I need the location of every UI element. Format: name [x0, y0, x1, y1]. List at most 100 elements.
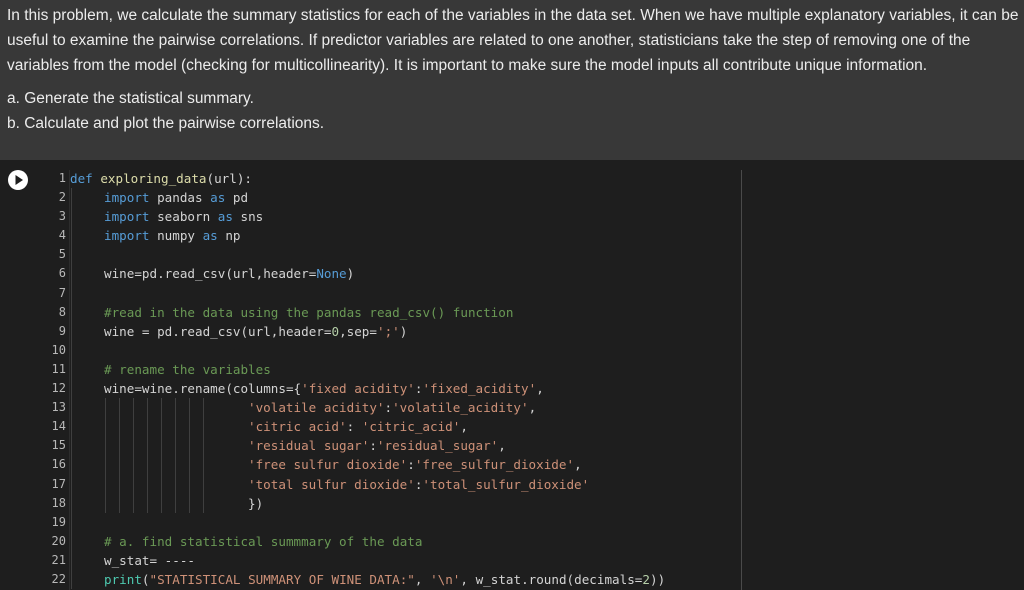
notebook-page: In this problem, we calculate the summar… [0, 0, 1024, 590]
code-line: #read in the data using the pandas read_… [70, 302, 730, 322]
indent-guide [175, 398, 176, 418]
code-line [70, 512, 730, 532]
indent-guide [147, 436, 148, 456]
code-token: : [407, 457, 415, 473]
indent-guide [119, 436, 120, 456]
indent-guide [71, 455, 72, 475]
run-cell-button[interactable] [8, 170, 28, 190]
task-a: a. Generate the statistical summary. [7, 90, 254, 107]
code-line: }) [70, 493, 730, 513]
code-token: (url): [206, 171, 253, 186]
line-number: 12 [51, 381, 66, 396]
code-token: '\n' [430, 571, 461, 587]
indent-guide [71, 512, 72, 532]
line-number: 1 [58, 171, 66, 185]
play-icon [15, 175, 23, 185]
indent-guide [175, 436, 176, 456]
indent-guide [147, 398, 148, 418]
code-cell[interactable]: 1 2 3 4 5 6 7 8 9 10 11 12 13 14 15 16 17 18 19 20 21 22 def … [0, 160, 1024, 590]
indent-guide [105, 455, 106, 475]
indent-guide [119, 417, 120, 437]
code-token: #read in the data using the pandas read_… [104, 304, 514, 320]
code-token: 'volatile acidity' [248, 400, 385, 416]
code-line: w_stat= ---- [70, 550, 730, 570]
indent-guide [175, 455, 176, 475]
code-token: numpy [157, 228, 203, 244]
indent-guide [71, 398, 72, 418]
line-number: 16 [51, 457, 66, 472]
code-line: import pandas as pd [70, 188, 730, 208]
indent-guide [133, 474, 134, 494]
line-number: 9 [58, 323, 66, 338]
indent-guide [105, 493, 106, 513]
code-line: import numpy as np [70, 226, 730, 246]
indent-guide [71, 283, 72, 303]
code-line [70, 245, 730, 265]
code-token: 'free sulfur dioxide' [248, 457, 408, 473]
code-token: : [346, 419, 362, 435]
indent-guide [133, 493, 134, 513]
code-token: , [528, 400, 537, 416]
code-token: 'residual sugar' [248, 438, 370, 454]
code-line: 'free sulfur dioxide':'free_sulfur_dioxi… [70, 455, 730, 475]
code-token: 0 [331, 323, 340, 339]
code-token: 'total sulfur dioxide' [248, 476, 415, 492]
indent-guide [71, 207, 72, 227]
line-length-ruler [741, 170, 742, 590]
indent-guide [147, 474, 148, 494]
code-token: # rename the variables [104, 361, 271, 377]
code-token: print [104, 571, 142, 587]
vertical-scrollbar[interactable] [1014, 160, 1024, 590]
indent-guide [147, 417, 148, 437]
indent-guide [189, 474, 190, 494]
code-token: seaborn [157, 209, 218, 225]
code-token: , [460, 419, 468, 435]
code-token: ( [141, 571, 150, 587]
code-token: )) [649, 571, 666, 587]
indent-guide [189, 455, 190, 475]
line-number: 18 [51, 495, 66, 510]
code-token: None [316, 266, 347, 282]
code-line: 'citric acid': 'citric_acid', [70, 417, 730, 437]
markdown-cell: In this problem, we calculate the summar… [0, 0, 1024, 160]
indent-guide [203, 455, 204, 475]
code-token: # a. find statistical summmary of the da… [104, 533, 423, 549]
code-token: 'citric acid' [248, 419, 347, 435]
code-token: , [536, 381, 544, 397]
indent-guide [71, 531, 72, 551]
indent-guide [71, 569, 72, 590]
code-token: : [384, 400, 393, 416]
code-token: w_stat= ---- [104, 552, 195, 568]
indent-guide [71, 550, 72, 570]
indent-guide [203, 398, 204, 418]
line-number: 15 [51, 438, 66, 453]
code-line: wine = pd.read_csv(url,header=0,sep=';') [70, 321, 730, 341]
code-token: def [70, 171, 101, 186]
code-token: : [369, 438, 377, 454]
indent-guide [161, 417, 162, 437]
code-token: , [574, 457, 582, 473]
code-token: 2 [642, 571, 650, 587]
indent-guide [189, 493, 190, 513]
indent-guide [189, 398, 190, 418]
indent-guide [71, 188, 72, 208]
problem-paragraph: In this problem, we calculate the summar… [7, 7, 1019, 74]
code-token: wine=wine.rename(columns={ [104, 381, 302, 397]
indent-guide [189, 436, 190, 456]
indent-guide [71, 474, 72, 494]
code-editor[interactable]: def exploring_data(url): import pandas as… [70, 169, 730, 590]
code-line: wine=pd.read_csv(url,header=None) [70, 264, 730, 284]
indent-guide [203, 436, 204, 456]
code-line: wine=wine.rename(columns={'fixed acidity… [70, 379, 730, 399]
indent-guide [203, 474, 204, 494]
indent-guide [71, 379, 72, 399]
indent-guide [203, 493, 204, 513]
code-token: "STATISTICAL SUMMARY OF WINE DATA:" [149, 571, 415, 587]
indent-guide [71, 359, 72, 380]
line-number: 10 [51, 342, 66, 357]
indent-guide [71, 302, 72, 322]
indent-guide [71, 245, 72, 265]
line-number: 2 [58, 190, 66, 205]
indent-guide [161, 455, 162, 475]
code-token: sns [240, 209, 264, 225]
